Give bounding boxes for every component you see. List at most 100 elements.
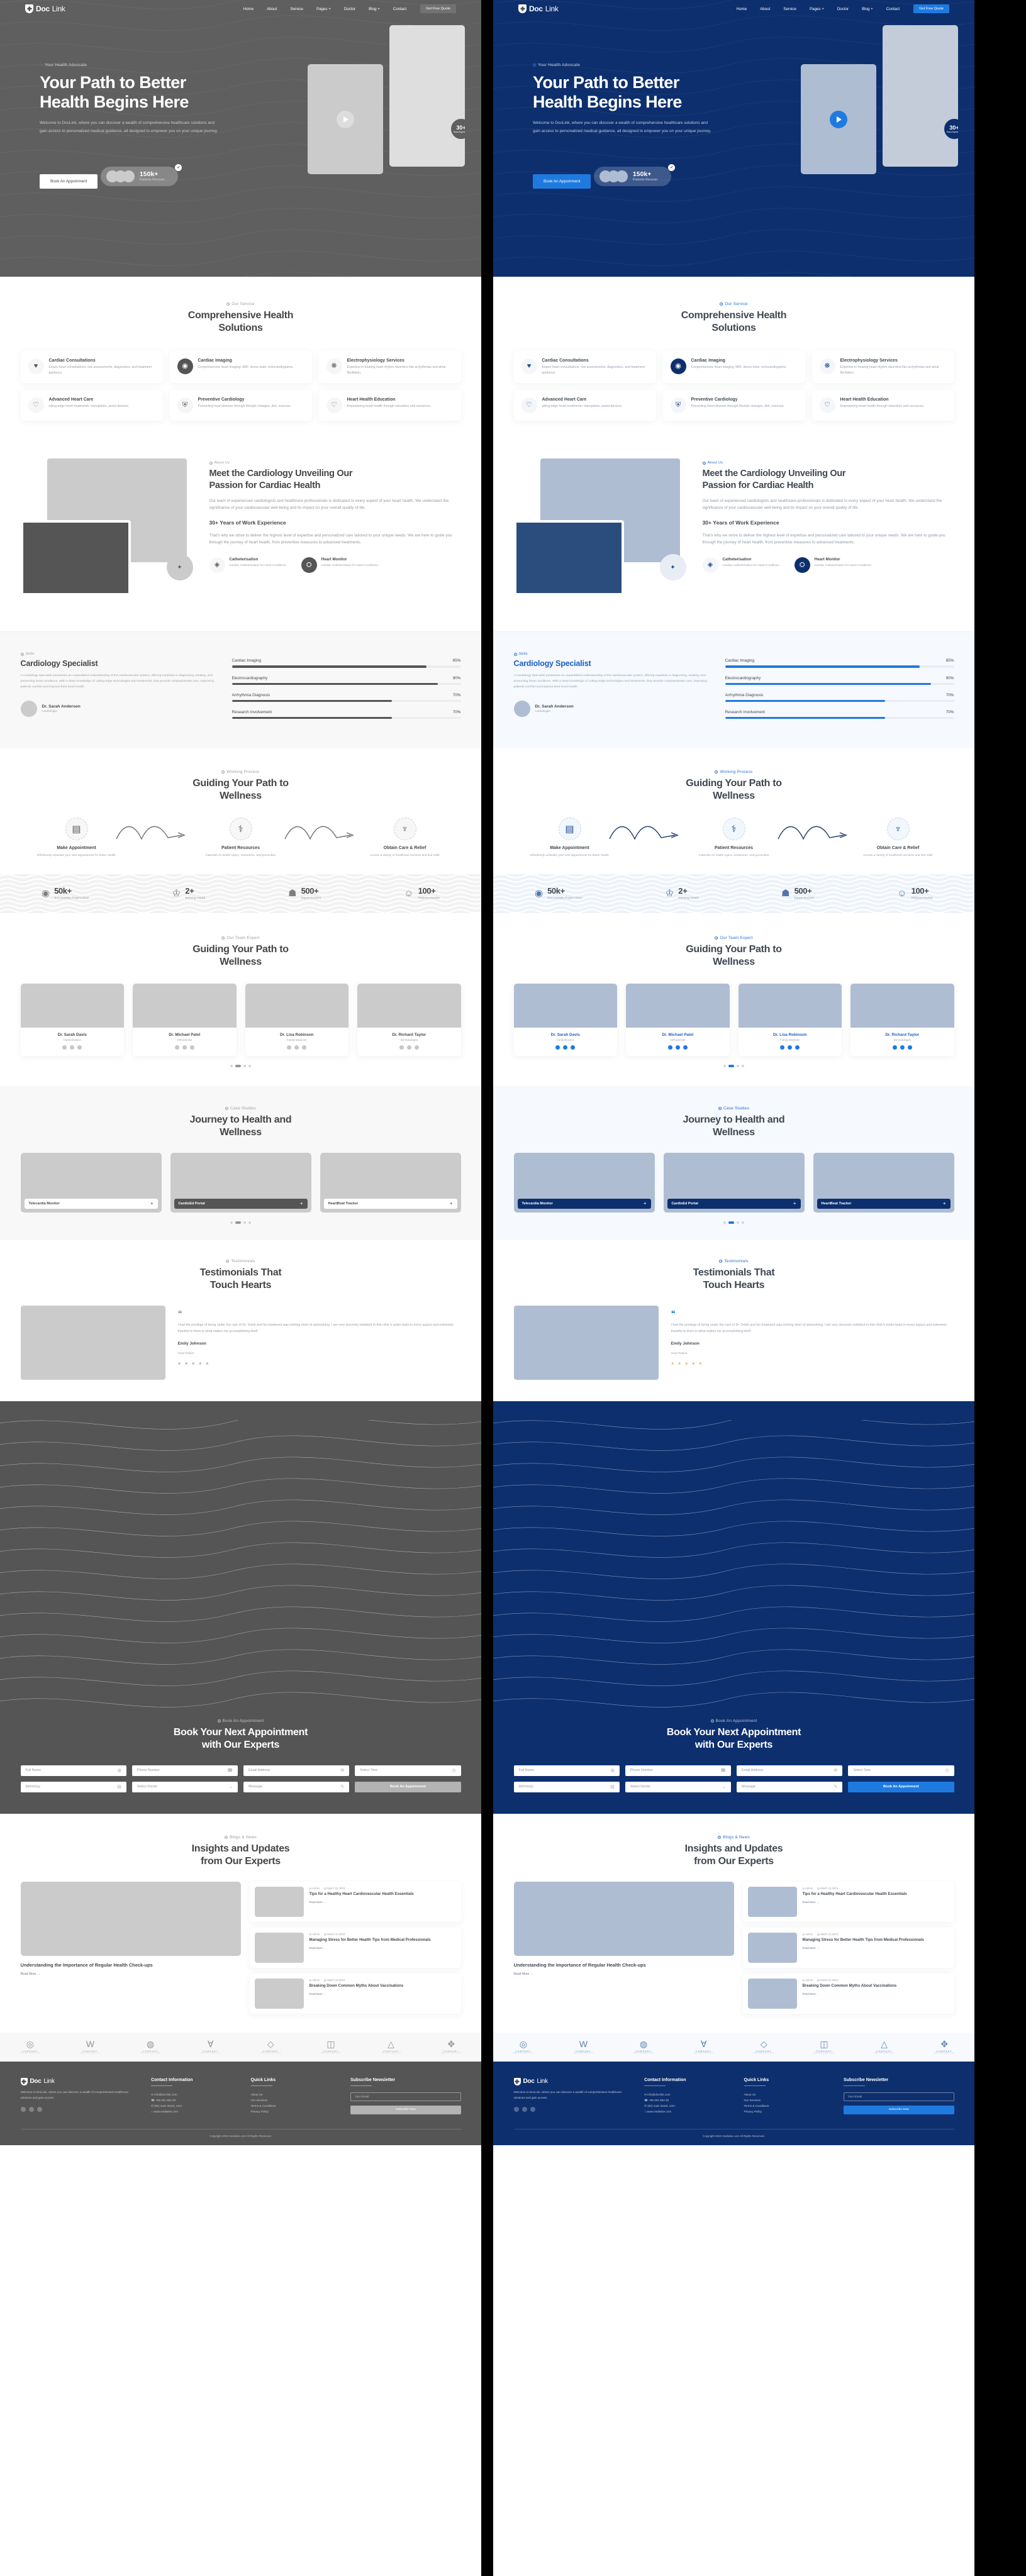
blog-item-readmore[interactable]: Read More → [803,1946,924,1950]
plus-icon[interactable]: + [300,1201,303,1206]
facebook-icon[interactable] [892,1045,897,1050]
instagram-icon[interactable] [189,1045,194,1050]
nav-item-5[interactable]: Blog + [369,7,380,11]
team-card[interactable]: Dr. Lisa Robinson Family Medicine [738,983,842,1056]
case-card[interactable]: CardioEd Portal + [170,1152,311,1213]
hero-book-button[interactable]: Book An Appoinment [40,174,98,189]
footer-contact-item[interactable]: ✆ (92) main street, USA [151,2104,239,2109]
field-message[interactable]: Message ✎ [737,1781,843,1792]
field-select-time[interactable]: Select Time ◷ [355,1765,461,1776]
facebook-icon[interactable] [20,2106,26,2112]
footer-contact-item[interactable]: ⌂ www.medwise.com [644,2109,732,2115]
facebook-icon[interactable] [287,1045,292,1050]
twitter-icon[interactable] [182,1045,187,1050]
instagram-icon[interactable] [414,1045,419,1050]
carousel-dot[interactable] [723,1221,726,1224]
footer-quick-item[interactable]: Privacy Policy [251,2109,339,2115]
newsletter-email-input[interactable]: Your Email [350,2092,461,2101]
field-select-doctor[interactable]: Select Doctor ⌄ [131,1781,238,1792]
carousel-dot[interactable] [742,1221,744,1224]
blog-item[interactable]: ◍ Admin ▤ March 31,2023 Managing Stress f… [249,1927,461,1968]
blog-item-readmore[interactable]: Read More → [309,1901,414,1904]
footer-logo[interactable]: Doc Link [513,2077,633,2085]
get-quote-button[interactable]: Get Free Quote [420,4,456,13]
footer-contact-item[interactable]: ✉ info@doclink.com [151,2092,239,2098]
team-socials[interactable] [630,1045,726,1050]
team-card[interactable]: Dr. Michael Patel Orthodontist [133,983,237,1056]
footer-quick-item[interactable]: Terms & Conditions [251,2104,339,2109]
footer-socials[interactable] [513,2106,633,2112]
field-email-address[interactable]: Email Address ✉ [737,1765,843,1776]
field-select-doctor[interactable]: Select Doctor ⌄ [625,1781,731,1792]
main-nav[interactable]: Home About Service Pages + Doctor Blog + Conta… [243,7,407,11]
case-card[interactable]: Telecardia Monitor + [20,1152,162,1213]
service-card[interactable]: ◉ Cardiac Imaging Comprehensive heart im… [662,351,805,384]
carousel-dot-active[interactable] [728,1221,734,1224]
case-card[interactable]: CardioEd Portal + [663,1152,805,1213]
nav-item-1[interactable]: About [267,7,277,11]
field-dd-mm-yy[interactable]: dd/mm/yy ▤ [20,1781,126,1792]
blog-item-readmore[interactable]: Read More → [803,1901,907,1904]
service-card[interactable]: ♡ Heart Health Education Empowering hear… [811,390,954,421]
plus-icon[interactable]: + [644,1201,647,1206]
blog-item[interactable]: ◍ Admin ▤ March 31,2023 Breaking Down Com… [742,1973,954,2014]
field-full-name[interactable]: Full Name ◍ [513,1765,620,1776]
case-bar[interactable]: CardioEd Portal + [667,1198,801,1209]
nav-item-4[interactable]: Doctor [344,7,355,11]
team-card[interactable]: Dr. Sarah Davis Cardiothoracic [20,983,124,1056]
nav-item-3[interactable]: Pages + [316,7,331,11]
instagram-icon[interactable] [302,1045,307,1050]
field-phone-number[interactable]: Phone Number ☎ [625,1765,731,1776]
service-card[interactable]: ⛨ Preventive Cardiology Preventing heart… [662,390,805,421]
carousel-dot[interactable] [243,1064,246,1067]
service-card[interactable]: ⛨ Preventive Cardiology Preventing heart… [169,390,312,421]
blog-item[interactable]: ◍ Admin ▤ March 31,2023 Managing Stress f… [742,1927,954,1968]
team-socials[interactable] [854,1045,951,1050]
blog-item[interactable]: ◍ Admin ▤ March 31,2023 Tips for a Health… [742,1881,954,1922]
cases-carousel-dots[interactable] [514,1221,954,1224]
instagram-icon[interactable] [795,1045,800,1050]
case-bar[interactable]: Telecardia Monitor + [24,1198,158,1209]
case-card[interactable]: HeartBeat Tracker + [813,1152,954,1213]
cases-carousel-dots[interactable] [21,1221,461,1224]
plus-icon[interactable]: + [793,1201,796,1206]
team-card[interactable]: Dr. Lisa Robinson Family Medicine [245,983,349,1056]
newsletter-subscribe-button[interactable]: Subscribe Now [350,2105,461,2114]
case-card[interactable]: Telecardia Monitor + [513,1152,655,1213]
field-full-name[interactable]: Full Name ◍ [20,1765,126,1776]
service-card[interactable]: ♥ Cardiac Consultations Expert heart con… [20,351,163,384]
field-phone-number[interactable]: Phone Number ☎ [131,1765,238,1776]
carousel-dot[interactable] [243,1221,246,1224]
field-message[interactable]: Message ✎ [243,1781,350,1792]
carousel-dot[interactable] [737,1064,739,1067]
service-card[interactable]: ❋ Electrophysiology Services Expertise i… [318,351,461,384]
hero-book-button[interactable]: Book An Appoinment [533,174,591,189]
nav-item-2[interactable]: Service [290,7,303,11]
logo[interactable]: Doc Link [25,4,65,13]
twitter-icon[interactable] [70,1045,75,1050]
case-card[interactable]: HeartBeat Tracker + [320,1152,461,1213]
twitter-icon[interactable] [900,1045,905,1050]
carousel-dot[interactable] [230,1064,233,1067]
get-quote-button[interactable]: Get Free Quote [913,4,949,13]
nav-item-3[interactable]: Pages + [810,7,824,11]
carousel-dot[interactable] [723,1064,726,1067]
nav-item-0[interactable]: Home [737,7,747,11]
blog-item[interactable]: ◍ Admin ▤ March 31,2023 Tips for a Health… [249,1881,461,1922]
nav-item-2[interactable]: Service [783,7,796,11]
blog-featured[interactable]: Understanding the Importance of Regular … [513,1881,734,2014]
facebook-icon[interactable] [513,2106,519,2112]
instagram-icon[interactable] [683,1045,688,1050]
carousel-dot-active[interactable] [728,1064,734,1067]
carousel-dot-active[interactable] [235,1064,241,1067]
play-icon[interactable] [337,110,354,128]
twitter-icon[interactable] [294,1045,299,1050]
case-bar[interactable]: HeartBeat Tracker + [817,1198,951,1209]
facebook-icon[interactable] [399,1045,404,1050]
nav-item-4[interactable]: Doctor [837,7,849,11]
instagram-icon[interactable] [907,1045,912,1050]
plus-icon[interactable]: + [150,1201,153,1206]
blog-item[interactable]: ◍ Admin ▤ March 31,2023 Breaking Down Com… [249,1973,461,2014]
service-card[interactable]: ♥ Cardiac Consultations Expert heart con… [513,351,656,384]
facebook-icon[interactable] [555,1045,560,1050]
